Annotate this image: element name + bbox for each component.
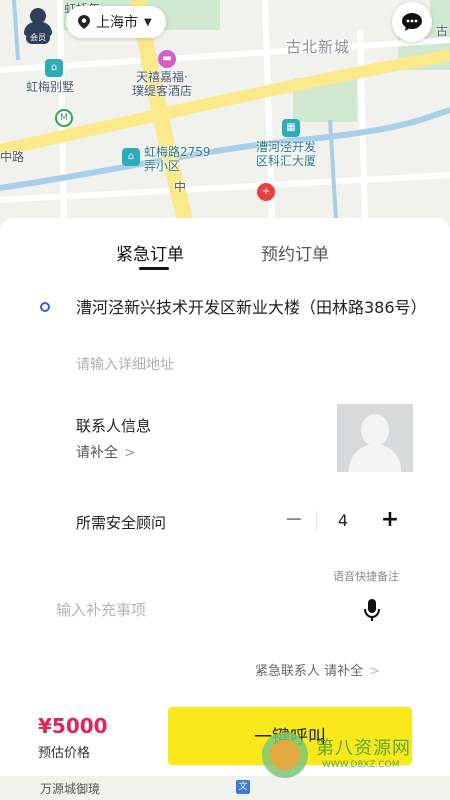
map-label-gu-edge: 古 bbox=[436, 24, 449, 38]
contact-photo-placeholder[interactable] bbox=[337, 404, 413, 472]
increment-button[interactable]: + bbox=[376, 505, 404, 537]
metro-poi-icon[interactable]: M bbox=[55, 109, 73, 127]
map-label-hotel-1: 天禧嘉福· bbox=[136, 70, 188, 84]
chevron-right-icon: > bbox=[124, 445, 136, 461]
map-label-villa: 虹梅别墅 bbox=[26, 80, 75, 94]
address-detail-input[interactable]: 请输入详细地址 bbox=[76, 354, 174, 374]
contact-fill-link[interactable]: 请补全 > bbox=[76, 442, 136, 462]
residence-poi-icon[interactable]: ⌂ bbox=[122, 148, 140, 166]
person-silhouette-icon bbox=[361, 414, 389, 446]
location-pin-icon bbox=[78, 15, 90, 29]
active-tab-indicator bbox=[139, 267, 169, 270]
map-label-hongmei-2: 弄小区 bbox=[144, 159, 181, 173]
chat-bubble-icon bbox=[402, 13, 422, 31]
map-label-caohejing-1: 漕河泾开发 bbox=[256, 140, 317, 154]
pickup-address[interactable]: 漕河泾新兴技术开发区新业大楼（田林路386号） bbox=[76, 296, 427, 320]
emergency-contact-link[interactable]: 紧急联系人 请补全 > bbox=[255, 660, 380, 679]
voice-note-hint: 语音快捷备注 bbox=[333, 570, 399, 583]
contact-fill-label: 请补全 bbox=[76, 445, 118, 461]
hospital-poi-icon[interactable]: + bbox=[257, 183, 275, 201]
map-label-wanyuan: 万源城御璄 bbox=[40, 782, 101, 796]
microphone-button[interactable] bbox=[358, 596, 386, 624]
advisor-count-label: 所需安全顾问 bbox=[76, 514, 167, 532]
estimated-price-label: 预估价格 bbox=[38, 746, 91, 761]
vip-badge: 会员 bbox=[26, 32, 50, 44]
culture-poi-icon: 文 bbox=[236, 780, 250, 794]
advisor-count-value: 4 bbox=[337, 511, 349, 530]
city-name: 上海市 bbox=[96, 15, 138, 31]
contact-info-title: 联系人信息 bbox=[76, 417, 152, 435]
tab-emergency-order[interactable]: 紧急订单 bbox=[116, 240, 184, 265]
advisor-quantity-stepper: − 4 + bbox=[280, 505, 406, 537]
building-poi-icon[interactable]: ▦ bbox=[282, 119, 300, 137]
villa-poi-icon[interactable]: ⌂ bbox=[45, 59, 63, 77]
microphone-icon bbox=[364, 599, 380, 621]
emergency-contact-label: 紧急联系人 请补全 bbox=[255, 664, 364, 679]
decrement-button[interactable]: − bbox=[280, 505, 308, 537]
hotel-poi-icon[interactable]: ▬ bbox=[158, 50, 176, 68]
note-input[interactable] bbox=[56, 596, 316, 624]
chevron-right-icon: > bbox=[369, 664, 381, 679]
start-location-dot-icon bbox=[40, 302, 50, 312]
watermark-url: WWW.D8XZ.COM bbox=[322, 760, 400, 770]
map-label-road-edge: 中路 bbox=[0, 150, 25, 164]
watermark: 第八资源网 WWW.D8XZ.COM bbox=[262, 728, 422, 784]
estimated-price: ¥5000 bbox=[38, 714, 108, 738]
tab-scheduled-order[interactable]: 预约订单 bbox=[261, 240, 329, 265]
order-tabs: 紧急订单 预约订单 bbox=[0, 240, 450, 274]
map-label-gubei: 古北新城 bbox=[286, 38, 351, 56]
map-label-hongmei-1: 虹梅路2759 bbox=[144, 145, 211, 159]
city-selector[interactable]: 上海市 ▼ bbox=[66, 6, 166, 38]
message-button[interactable] bbox=[392, 2, 432, 42]
map-label-caohejing-2: 区科汇大厦 bbox=[256, 154, 317, 168]
map-label-zhong: 中 bbox=[174, 180, 187, 194]
map-label-hotel-2: 璞缇客酒店 bbox=[132, 84, 193, 98]
member-avatar-button[interactable]: 会员 bbox=[18, 8, 58, 44]
watermark-title: 第八资源网 bbox=[316, 738, 411, 759]
chevron-down-icon: ▼ bbox=[144, 16, 152, 28]
